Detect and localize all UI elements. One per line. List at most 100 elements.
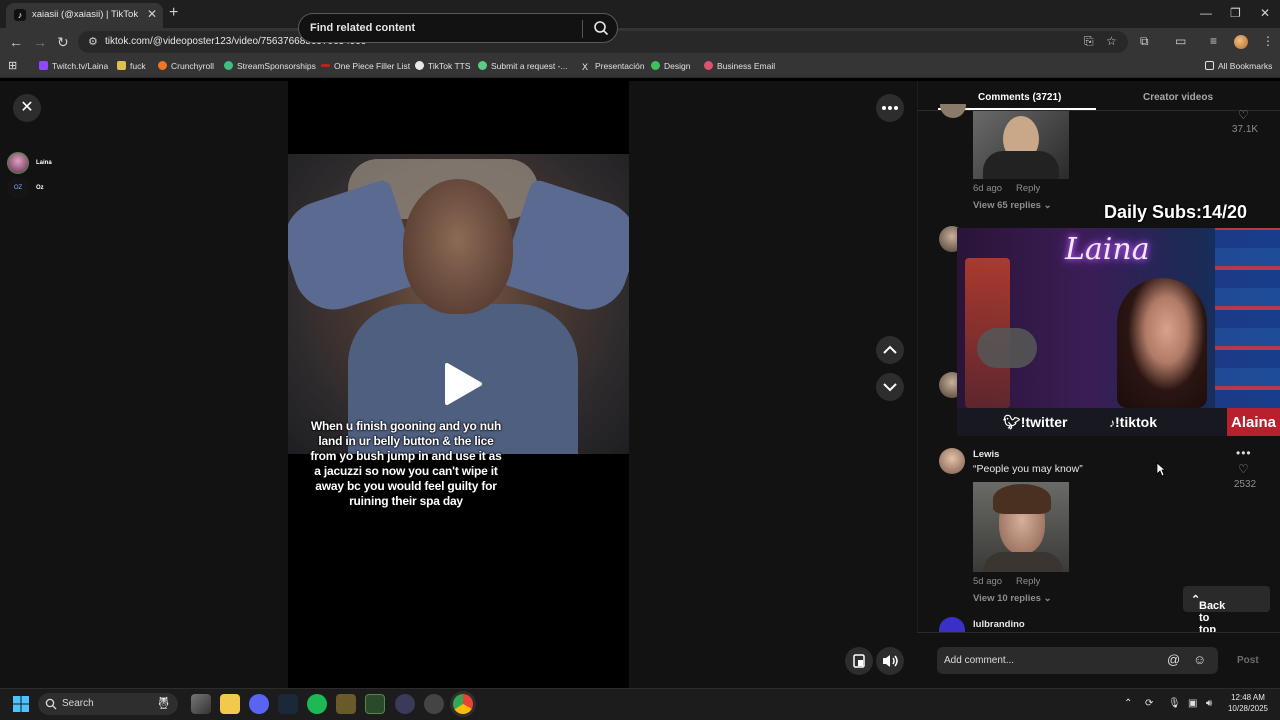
business-email-icon: [704, 61, 713, 70]
back-to-top-button[interactable]: Back to top ⌃: [1183, 586, 1270, 636]
play-icon[interactable]: [443, 362, 483, 406]
browser-tab[interactable]: ♪ xaiasii (@xaiasii) | TikTok ✕: [6, 3, 163, 28]
install-app-icon[interactable]: ⎘: [1084, 34, 1094, 49]
app-icon[interactable]: [424, 694, 444, 714]
volume-button[interactable]: [876, 647, 904, 675]
video-frame[interactable]: [288, 154, 629, 454]
bookmark-twitch[interactable]: Twitch.tv/Laina: [39, 61, 108, 71]
bookmark-streamsponsorships[interactable]: StreamSponsorships: [224, 61, 316, 71]
webcam-shelf: [1215, 228, 1280, 408]
taskbar-search[interactable]: Search 🦉︎: [38, 693, 178, 715]
webcam-streamer: [1117, 278, 1207, 408]
bookmark-fuck[interactable]: fuck: [117, 61, 146, 71]
reply-button[interactable]: Reply: [1016, 576, 1040, 587]
bookmark-crunchyroll[interactable]: Crunchyroll: [158, 61, 214, 71]
browser-tab-strip: ♪ xaiasii (@xaiasii) | TikTok ✕ + — ❐ ✕: [0, 0, 1280, 28]
windows-start-icon[interactable]: [13, 696, 29, 712]
discord-icon[interactable]: [249, 694, 269, 714]
pip-button[interactable]: [845, 647, 873, 675]
reading-list-icon[interactable]: ≡: [1210, 34, 1217, 48]
tab-creator-videos[interactable]: Creator videos: [1143, 92, 1213, 103]
menu-dots-icon[interactable]: ⋮: [1262, 34, 1274, 48]
comment-author[interactable]: Lewis: [973, 449, 999, 460]
comment-author[interactable]: lulbrandino: [973, 619, 1025, 630]
site-info-icon[interactable]: ⚙: [88, 35, 98, 48]
like-count: 2532: [1233, 479, 1257, 490]
file-explorer-icon[interactable]: [220, 694, 240, 714]
search-icon[interactable]: [593, 20, 609, 41]
reply-button[interactable]: Reply: [1016, 183, 1040, 194]
x-icon: X: [582, 62, 589, 72]
xbox-icon[interactable]: [365, 694, 385, 714]
profile-avatar[interactable]: [1234, 35, 1248, 49]
add-comment-placeholder: Add comment...: [944, 655, 1015, 666]
search-highlight-icon: 🦉︎: [156, 696, 172, 710]
sidepanel-icon[interactable]: ▭: [1175, 34, 1186, 48]
bookmark-tiktoktts[interactable]: TikTok TTS: [415, 61, 471, 71]
close-video-button[interactable]: ✕: [13, 94, 41, 122]
close-window-icon[interactable]: ✕: [1260, 6, 1270, 20]
related-search-input[interactable]: Find related content: [298, 13, 618, 43]
left-pane: ✕ Laina OZ Oz: [0, 81, 288, 688]
task-view-icon[interactable]: [191, 694, 211, 714]
all-bookmarks[interactable]: All Bookmarks: [1205, 61, 1272, 71]
volume-icon: [883, 655, 898, 667]
bookmarks-bar: ⊞ Twitch.tv/Laina fuck Crunchyroll Strea…: [0, 56, 1280, 78]
add-comment-input[interactable]: Add comment... @ ☺: [937, 647, 1218, 674]
minimize-icon[interactable]: —: [1200, 6, 1212, 20]
heart-icon[interactable]: ♡: [1238, 462, 1249, 476]
post-button[interactable]: Post: [1237, 655, 1259, 666]
chrome-icon[interactable]: [453, 694, 473, 714]
video-caption: When u finish gooning and yo nuh land in…: [310, 419, 502, 508]
spotify-icon[interactable]: [307, 694, 327, 714]
reload-icon[interactable]: ↻: [57, 34, 69, 51]
divider: [917, 110, 1280, 111]
search-icon: [45, 698, 57, 710]
bookmark-business-email[interactable]: Business Email: [704, 61, 775, 71]
comment-image[interactable]: [973, 482, 1069, 572]
network-icon[interactable]: ▣: [1188, 698, 1197, 709]
twitch-icon: [39, 61, 48, 70]
new-tab-icon[interactable]: +: [169, 4, 178, 22]
view-replies-button[interactable]: View 65 replies ⌄: [973, 200, 1052, 211]
streamsponsorships-icon: [224, 61, 233, 70]
microphone-icon[interactable]: 🎙︎: [1168, 698, 1181, 709]
comment-image[interactable]: [973, 111, 1069, 179]
app-icon[interactable]: [336, 694, 356, 714]
avatar[interactable]: [939, 448, 965, 474]
avatar[interactable]: OZ: [7, 177, 29, 199]
obs-icon[interactable]: [395, 694, 415, 714]
tiktok-command: ♪!tiktok: [1109, 414, 1157, 430]
steam-icon[interactable]: [278, 694, 298, 714]
account-label[interactable]: Laina: [36, 160, 52, 166]
next-video-button[interactable]: [876, 373, 904, 401]
heart-icon[interactable]: ♡: [1238, 108, 1249, 122]
comment-more-icon[interactable]: •••: [1236, 446, 1252, 460]
tiktoktts-icon: [415, 61, 424, 70]
tray-chevron-icon[interactable]: ⌃: [1124, 698, 1132, 709]
previous-video-button[interactable]: [876, 336, 904, 364]
volume-icon[interactable]: 🔊︎: [1206, 698, 1212, 709]
bookmark-star-icon[interactable]: ☆: [1106, 34, 1117, 48]
apps-grid-icon[interactable]: ⊞: [8, 59, 17, 72]
taskbar-clock[interactable]: 12:48 AM 10/28/2025: [1222, 692, 1274, 714]
divider: [582, 20, 583, 38]
maximize-icon[interactable]: ❐: [1230, 6, 1241, 20]
back-icon[interactable]: ←: [9, 34, 23, 50]
account-label[interactable]: Oz: [36, 185, 44, 191]
tab-comments[interactable]: Comments (3721): [978, 92, 1061, 103]
avatar[interactable]: [7, 152, 29, 174]
like-count: 37.1K: [1231, 124, 1259, 135]
bookmark-onepiece[interactable]: One Piece Filler List: [321, 61, 410, 71]
mention-icon[interactable]: @: [1167, 652, 1180, 667]
forward-icon[interactable]: →: [33, 34, 47, 50]
bookmark-submit-request[interactable]: Submit a request -...: [478, 61, 568, 71]
emoji-icon[interactable]: ☺: [1193, 652, 1206, 667]
more-options-button[interactable]: [876, 94, 904, 122]
view-replies-button[interactable]: View 10 replies ⌄: [973, 593, 1052, 604]
bookmark-design[interactable]: Design: [651, 61, 690, 71]
extensions-icon[interactable]: ⧉: [1140, 34, 1149, 49]
sync-icon[interactable]: ⟳: [1145, 698, 1153, 709]
bookmark-presentacion[interactable]: X Presentación: [582, 61, 645, 72]
close-tab-icon[interactable]: ✕: [147, 7, 157, 21]
